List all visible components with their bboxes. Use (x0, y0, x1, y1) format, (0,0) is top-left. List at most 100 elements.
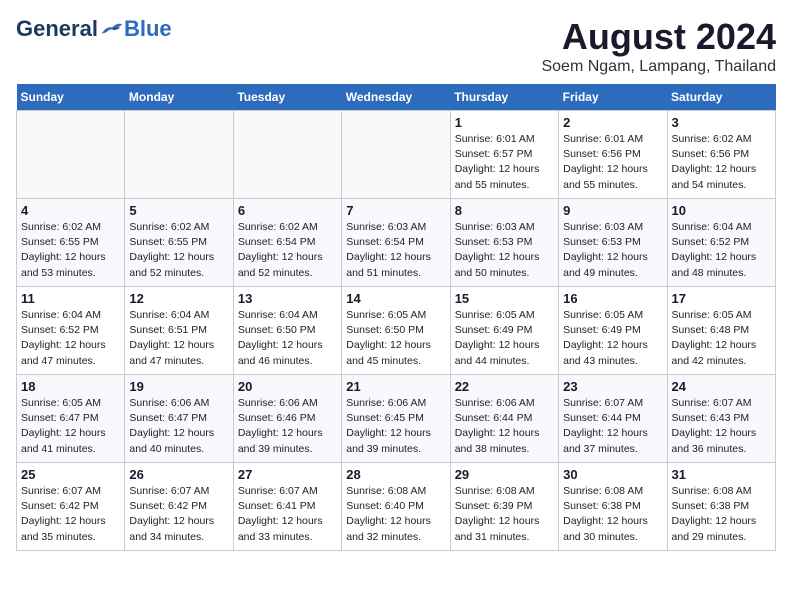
calendar-cell: 5 Sunrise: 6:02 AM Sunset: 6:55 PM Daylig… (125, 199, 233, 287)
day-info: Sunrise: 6:06 AM Sunset: 6:45 PM Dayligh… (346, 396, 445, 457)
day-info: Sunrise: 6:05 AM Sunset: 6:48 PM Dayligh… (672, 308, 771, 369)
calendar-cell: 11Sunrise: 6:04 AM Sunset: 6:52 PM Dayli… (17, 287, 125, 375)
day-number: 2 (563, 115, 662, 130)
calendar-cell: 2 Sunrise: 6:01 AM Sunset: 6:56 PM Daylig… (559, 111, 667, 199)
calendar-cell (342, 111, 450, 199)
calendar-cell: 18 Sunrise: 6:05 AM Sunset: 6:47 PM Dayli… (17, 375, 125, 463)
day-number: 24 (672, 379, 771, 394)
calendar-cell: 15 Sunrise: 6:05 AM Sunset: 6:49 PM Dayli… (450, 287, 558, 375)
calendar-cell: 24 Sunrise: 6:07 AM Sunset: 6:43 PM Dayli… (667, 375, 775, 463)
calendar-cell (125, 111, 233, 199)
logo-bird-icon (100, 19, 124, 39)
day-info: Sunrise: 6:07 AM Sunset: 6:43 PM Dayligh… (672, 396, 771, 457)
day-info: Sunrise: 6:05 AM Sunset: 6:47 PM Dayligh… (21, 396, 120, 457)
calendar-cell: 22 Sunrise: 6:06 AM Sunset: 6:44 PM Dayli… (450, 375, 558, 463)
day-info: Sunrise: 6:04 AM Sunset: 6:52 PM Dayligh… (21, 308, 120, 369)
calendar-cell (17, 111, 125, 199)
calendar-cell: 13Sunrise: 6:04 AM Sunset: 6:50 PM Dayli… (233, 287, 341, 375)
day-number: 29 (455, 467, 554, 482)
day-number: 26 (129, 467, 228, 482)
day-info: Sunrise: 6:03 AM Sunset: 6:53 PM Dayligh… (563, 220, 662, 281)
calendar-cell: 28 Sunrise: 6:08 AM Sunset: 6:40 PM Dayli… (342, 463, 450, 551)
day-number: 20 (238, 379, 337, 394)
location-subtitle: Soem Ngam, Lampang, Thailand (541, 58, 776, 76)
calendar-cell: 25 Sunrise: 6:07 AM Sunset: 6:42 PM Dayli… (17, 463, 125, 551)
day-info: Sunrise: 6:04 AM Sunset: 6:52 PM Dayligh… (672, 220, 771, 281)
logo: General Blue (16, 16, 172, 42)
day-info: Sunrise: 6:05 AM Sunset: 6:50 PM Dayligh… (346, 308, 445, 369)
calendar-cell: 7 Sunrise: 6:03 AM Sunset: 6:54 PM Daylig… (342, 199, 450, 287)
day-info: Sunrise: 6:01 AM Sunset: 6:57 PM Dayligh… (455, 132, 554, 193)
calendar-cell: 1 Sunrise: 6:01 AM Sunset: 6:57 PM Daylig… (450, 111, 558, 199)
day-info: Sunrise: 6:03 AM Sunset: 6:53 PM Dayligh… (455, 220, 554, 281)
page-header: General Blue August 2024 Soem Ngam, Lamp… (16, 16, 776, 76)
day-info: Sunrise: 6:01 AM Sunset: 6:56 PM Dayligh… (563, 132, 662, 193)
day-info: Sunrise: 6:08 AM Sunset: 6:39 PM Dayligh… (455, 484, 554, 545)
day-number: 6 (238, 203, 337, 218)
weekday-header-sunday: Sunday (17, 84, 125, 111)
day-info: Sunrise: 6:06 AM Sunset: 6:44 PM Dayligh… (455, 396, 554, 457)
day-number: 9 (563, 203, 662, 218)
day-info: Sunrise: 6:02 AM Sunset: 6:56 PM Dayligh… (672, 132, 771, 193)
day-info: Sunrise: 6:02 AM Sunset: 6:54 PM Dayligh… (238, 220, 337, 281)
weekday-header-monday: Monday (125, 84, 233, 111)
day-number: 14 (346, 291, 445, 306)
calendar-table: SundayMondayTuesdayWednesdayThursdayFrid… (16, 84, 776, 551)
logo-general: General (16, 16, 98, 42)
day-number: 5 (129, 203, 228, 218)
day-number: 4 (21, 203, 120, 218)
calendar-cell: 21 Sunrise: 6:06 AM Sunset: 6:45 PM Dayli… (342, 375, 450, 463)
day-info: Sunrise: 6:07 AM Sunset: 6:42 PM Dayligh… (129, 484, 228, 545)
calendar-cell: 14 Sunrise: 6:05 AM Sunset: 6:50 PM Dayli… (342, 287, 450, 375)
day-number: 13 (238, 291, 337, 306)
day-number: 18 (21, 379, 120, 394)
calendar-cell: 27Sunrise: 6:07 AM Sunset: 6:41 PM Dayli… (233, 463, 341, 551)
day-info: Sunrise: 6:08 AM Sunset: 6:38 PM Dayligh… (563, 484, 662, 545)
day-number: 17 (672, 291, 771, 306)
calendar-cell: 19 Sunrise: 6:06 AM Sunset: 6:47 PM Dayli… (125, 375, 233, 463)
day-info: Sunrise: 6:06 AM Sunset: 6:47 PM Dayligh… (129, 396, 228, 457)
day-number: 21 (346, 379, 445, 394)
calendar-cell: 26 Sunrise: 6:07 AM Sunset: 6:42 PM Dayli… (125, 463, 233, 551)
calendar-week-row: 11Sunrise: 6:04 AM Sunset: 6:52 PM Dayli… (17, 287, 776, 375)
calendar-cell: 8 Sunrise: 6:03 AM Sunset: 6:53 PM Daylig… (450, 199, 558, 287)
day-number: 19 (129, 379, 228, 394)
day-number: 25 (21, 467, 120, 482)
logo-blue: Blue (124, 16, 172, 42)
day-info: Sunrise: 6:02 AM Sunset: 6:55 PM Dayligh… (21, 220, 120, 281)
weekday-header-tuesday: Tuesday (233, 84, 341, 111)
weekday-header-wednesday: Wednesday (342, 84, 450, 111)
day-number: 22 (455, 379, 554, 394)
day-number: 8 (455, 203, 554, 218)
calendar-cell: 10 Sunrise: 6:04 AM Sunset: 6:52 PM Dayli… (667, 199, 775, 287)
calendar-cell: 29 Sunrise: 6:08 AM Sunset: 6:39 PM Dayli… (450, 463, 558, 551)
day-info: Sunrise: 6:05 AM Sunset: 6:49 PM Dayligh… (455, 308, 554, 369)
day-number: 7 (346, 203, 445, 218)
day-info: Sunrise: 6:04 AM Sunset: 6:51 PM Dayligh… (129, 308, 228, 369)
calendar-cell: 12 Sunrise: 6:04 AM Sunset: 6:51 PM Dayli… (125, 287, 233, 375)
day-info: Sunrise: 6:08 AM Sunset: 6:40 PM Dayligh… (346, 484, 445, 545)
day-number: 1 (455, 115, 554, 130)
day-number: 31 (672, 467, 771, 482)
month-year-title: August 2024 (541, 16, 776, 58)
day-number: 28 (346, 467, 445, 482)
calendar-week-row: 25 Sunrise: 6:07 AM Sunset: 6:42 PM Dayli… (17, 463, 776, 551)
day-info: Sunrise: 6:07 AM Sunset: 6:42 PM Dayligh… (21, 484, 120, 545)
calendar-cell: 3Sunrise: 6:02 AM Sunset: 6:56 PM Daylig… (667, 111, 775, 199)
day-number: 30 (563, 467, 662, 482)
day-number: 23 (563, 379, 662, 394)
day-info: Sunrise: 6:02 AM Sunset: 6:55 PM Dayligh… (129, 220, 228, 281)
calendar-week-row: 18 Sunrise: 6:05 AM Sunset: 6:47 PM Dayli… (17, 375, 776, 463)
weekday-header-saturday: Saturday (667, 84, 775, 111)
day-info: Sunrise: 6:07 AM Sunset: 6:44 PM Dayligh… (563, 396, 662, 457)
day-info: Sunrise: 6:03 AM Sunset: 6:54 PM Dayligh… (346, 220, 445, 281)
day-info: Sunrise: 6:06 AM Sunset: 6:46 PM Dayligh… (238, 396, 337, 457)
day-info: Sunrise: 6:07 AM Sunset: 6:41 PM Dayligh… (238, 484, 337, 545)
calendar-cell: 16Sunrise: 6:05 AM Sunset: 6:49 PM Dayli… (559, 287, 667, 375)
day-number: 12 (129, 291, 228, 306)
day-number: 10 (672, 203, 771, 218)
calendar-cell: 23 Sunrise: 6:07 AM Sunset: 6:44 PM Dayli… (559, 375, 667, 463)
weekday-header-friday: Friday (559, 84, 667, 111)
day-number: 15 (455, 291, 554, 306)
calendar-cell: 17 Sunrise: 6:05 AM Sunset: 6:48 PM Dayli… (667, 287, 775, 375)
